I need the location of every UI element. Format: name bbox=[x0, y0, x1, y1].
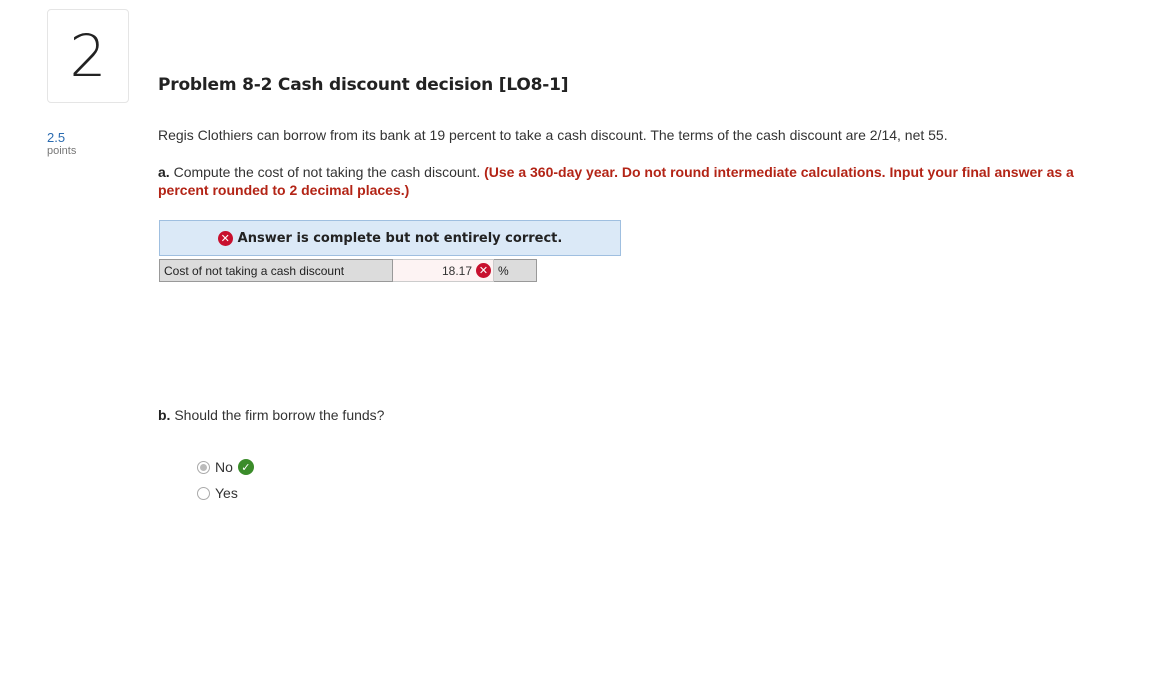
question-page: 2 Problem 8-2 Cash discount decision [LO… bbox=[0, 0, 1168, 674]
option-yes-label: Yes bbox=[215, 485, 238, 501]
part-b-text: Should the firm borrow the funds? bbox=[174, 407, 385, 423]
answer-value: 18.17 bbox=[441, 263, 472, 278]
part-b-label: b. bbox=[158, 407, 171, 423]
part-a-label: a. bbox=[158, 164, 170, 180]
points-indicator: 2.5 points bbox=[47, 130, 77, 158]
answer-input[interactable]: 18.17 ✕ bbox=[393, 259, 494, 282]
option-no[interactable]: No ✓ bbox=[197, 459, 254, 475]
question-number: 2 bbox=[69, 22, 107, 90]
incorrect-icon: ✕ bbox=[476, 263, 491, 278]
x-circle-icon: ✕ bbox=[217, 230, 233, 246]
answer-row-label: Cost of not taking a cash discount bbox=[159, 259, 393, 282]
option-yes[interactable]: Yes bbox=[197, 485, 238, 501]
question-number-box: 2 bbox=[47, 9, 129, 103]
check-circle-icon: ✓ bbox=[237, 459, 254, 475]
part-a-text: Compute the cost of not taking the cash … bbox=[173, 164, 481, 180]
answer-row: Cost of not taking a cash discount 18.17… bbox=[159, 259, 537, 282]
question-stem: Regis Clothiers can borrow from its bank… bbox=[158, 127, 948, 143]
option-no-label: No bbox=[215, 459, 233, 475]
points-value: 2.5 bbox=[47, 130, 66, 145]
part-b-prompt: b. Should the firm borrow the funds? bbox=[158, 407, 384, 423]
radio-no[interactable] bbox=[197, 460, 210, 474]
radio-yes[interactable] bbox=[197, 486, 210, 500]
points-label: points bbox=[47, 145, 77, 158]
answer-feedback-banner: ✕ Answer is complete but not entirely co… bbox=[159, 220, 621, 256]
answer-unit: % bbox=[494, 259, 537, 282]
problem-title: Problem 8-2 Cash discount decision [LO8-… bbox=[158, 75, 569, 95]
feedback-text: Answer is complete but not entirely corr… bbox=[237, 230, 563, 246]
part-a-prompt: a. Compute the cost of not taking the ca… bbox=[158, 163, 1098, 199]
